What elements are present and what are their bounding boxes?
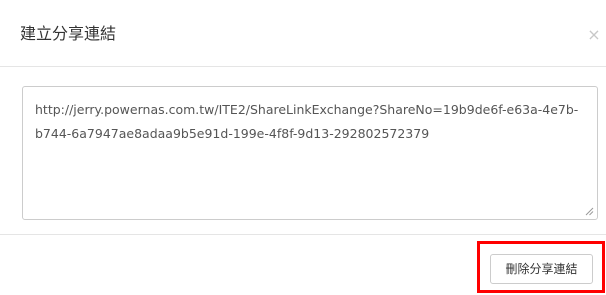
dialog-header: 建立分享連結 × — [0, 0, 606, 67]
dialog-footer: 刪除分享連結 — [0, 235, 606, 295]
share-link-text: http://jerry.powernas.com.tw/ITE2/ShareL… — [35, 102, 579, 141]
delete-share-link-button[interactable]: 刪除分享連結 — [490, 254, 593, 284]
close-icon[interactable]: × — [587, 27, 601, 43]
share-link-dialog: 建立分享連結 × http://jerry.powernas.com.tw/IT… — [0, 0, 606, 295]
resize-grip-icon[interactable] — [585, 207, 594, 216]
dialog-body: http://jerry.powernas.com.tw/ITE2/ShareL… — [0, 67, 606, 235]
dialog-title: 建立分享連結 — [20, 24, 117, 43]
share-link-textarea[interactable]: http://jerry.powernas.com.tw/ITE2/ShareL… — [22, 86, 598, 220]
